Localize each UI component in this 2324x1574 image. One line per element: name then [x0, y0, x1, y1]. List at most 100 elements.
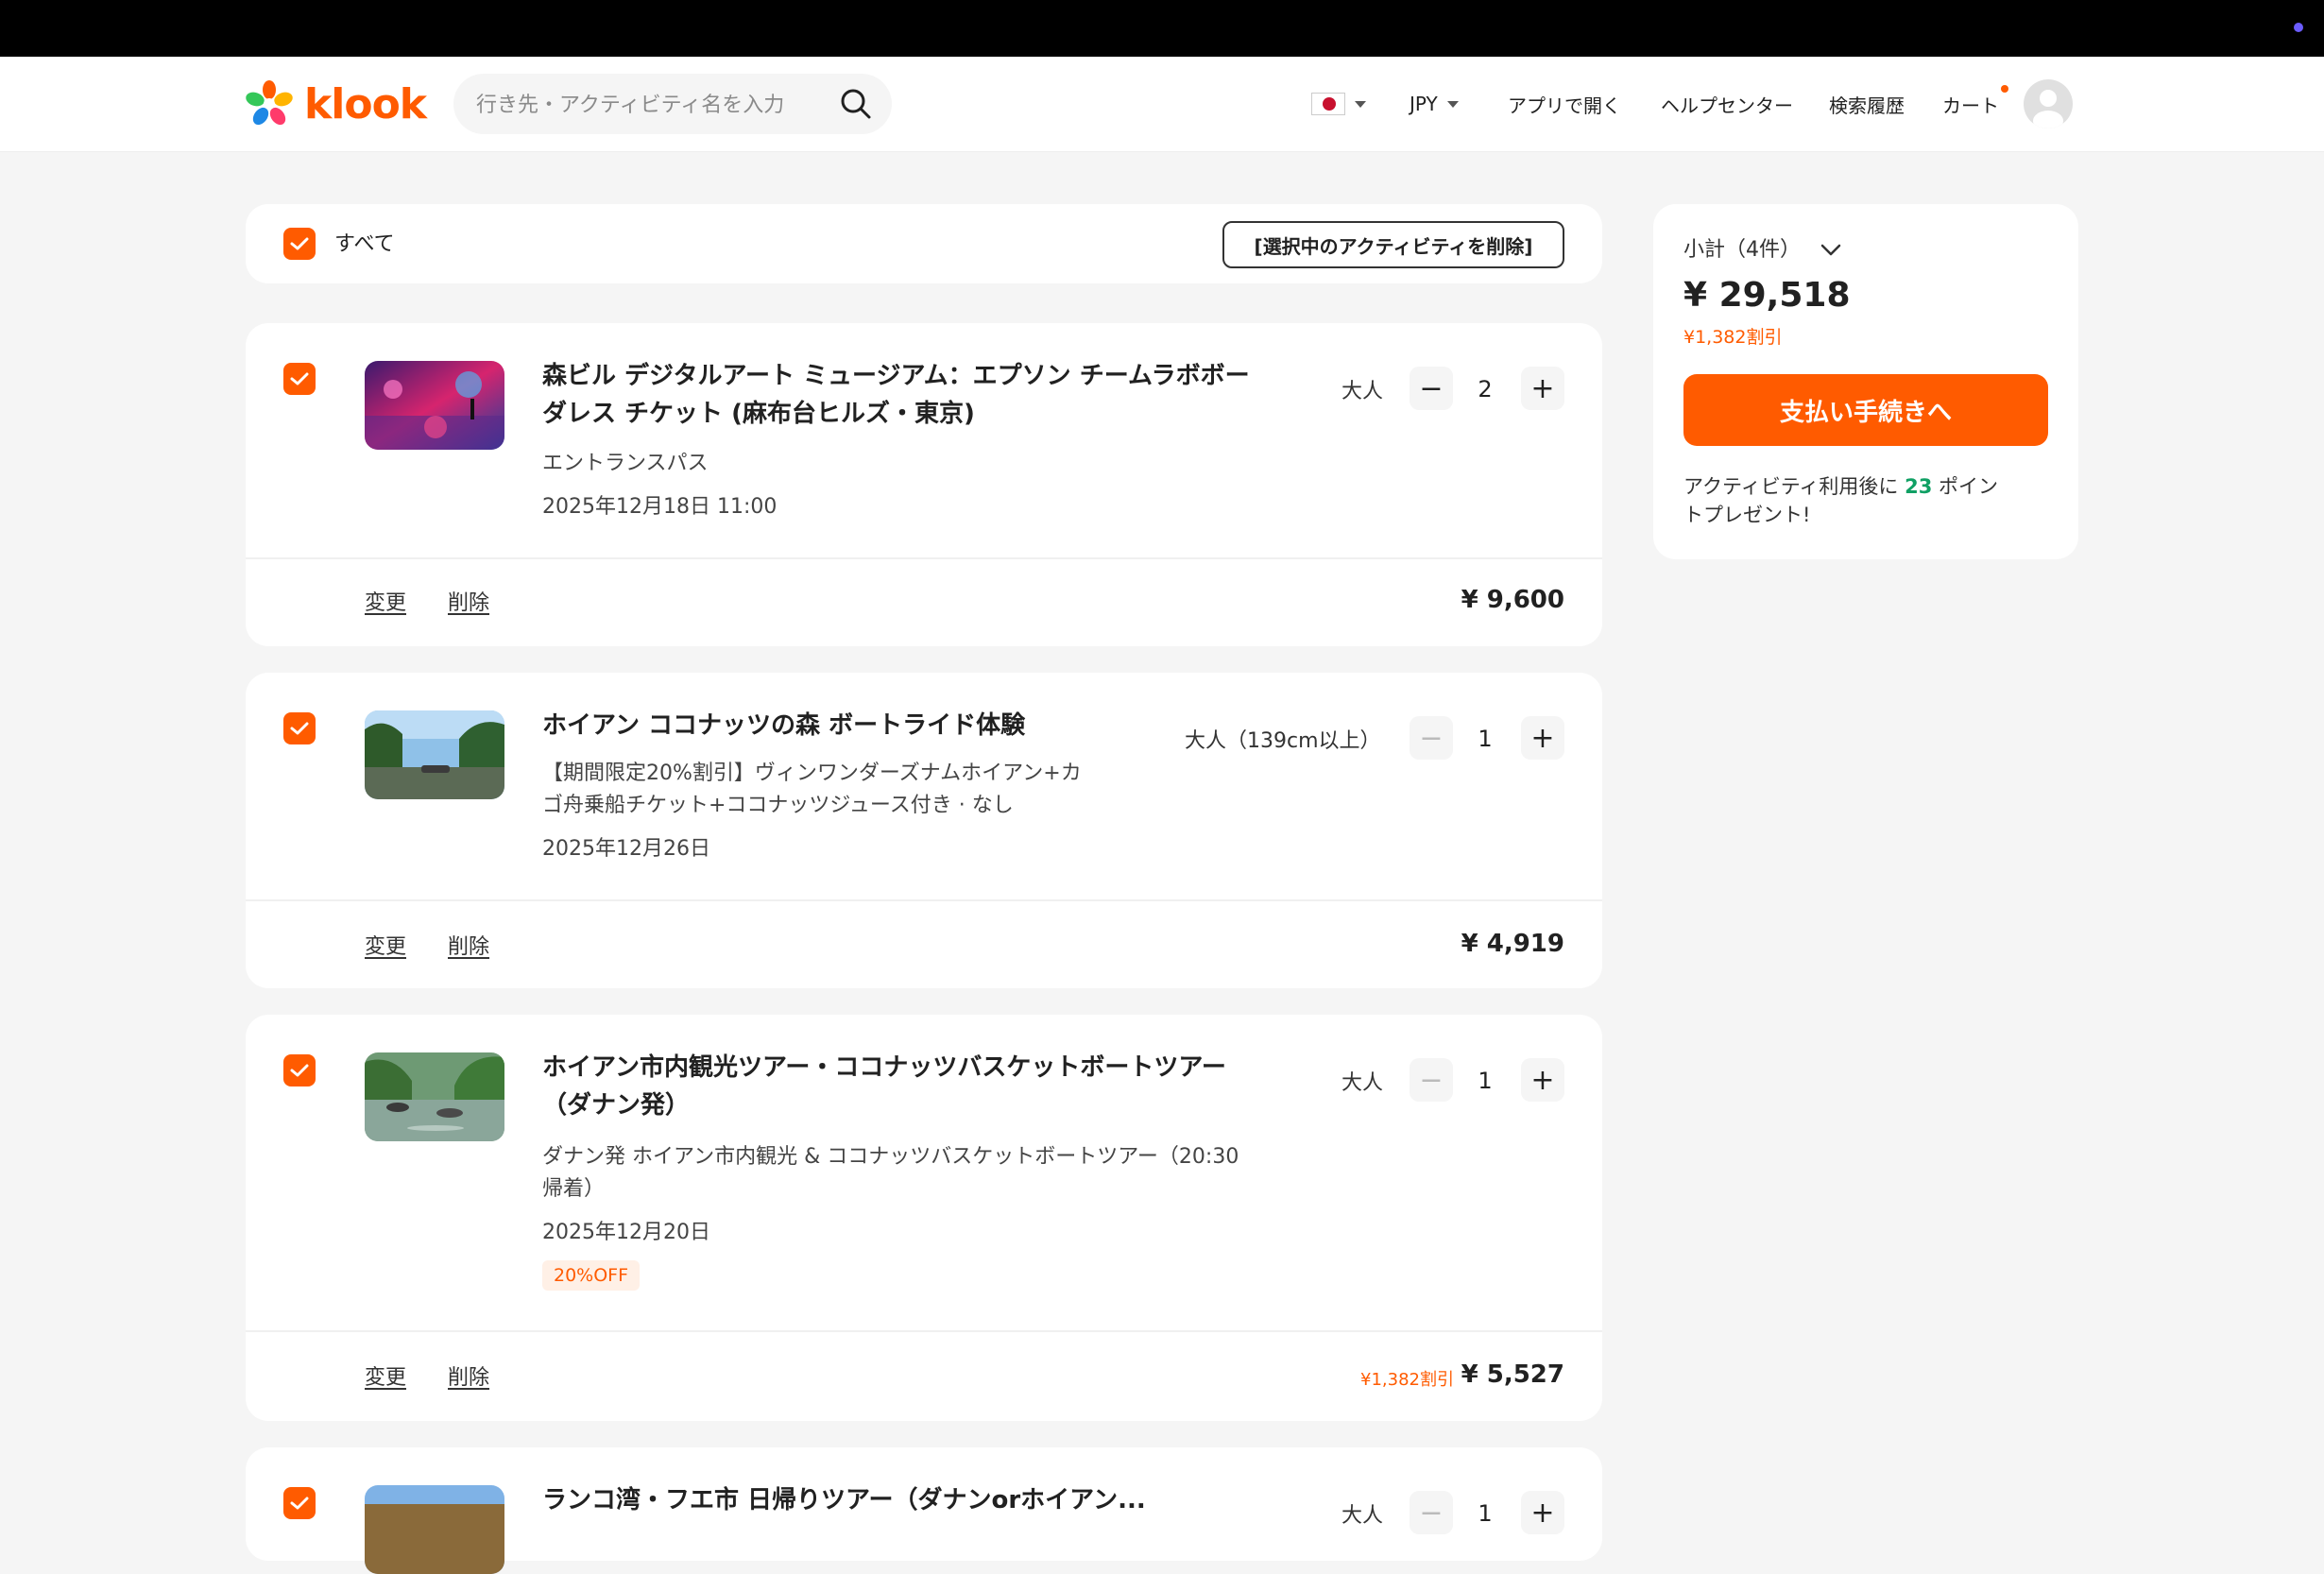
- item-price: ¥ 9,600: [1461, 586, 1564, 614]
- checkmark-icon: [290, 237, 309, 250]
- hue-image: [365, 1485, 504, 1574]
- cart-notification-dot: [2001, 85, 2008, 93]
- delete-selected-button[interactable]: [選択中のアクティビティを削除]: [1222, 221, 1564, 268]
- chevron-down-icon: [1355, 100, 1366, 108]
- checkout-button[interactable]: 支払い手続きへ: [1683, 374, 2048, 446]
- cart-label: カート: [1942, 94, 1999, 117]
- points-suffix: ポイン: [1939, 475, 1999, 498]
- divider: [246, 557, 1602, 559]
- subtotal-label: 小計（4件）: [1683, 238, 1801, 262]
- delete-link[interactable]: 削除: [448, 1360, 489, 1391]
- checkmark-icon: [290, 1497, 309, 1510]
- item-price: ¥ 4,919: [1461, 930, 1564, 958]
- select-all-label: すべて: [334, 232, 395, 256]
- select-all-checkbox[interactable]: [283, 228, 316, 260]
- change-link[interactable]: 変更: [365, 930, 406, 960]
- status-dot: [2294, 23, 2303, 32]
- activity-title[interactable]: ランコ湾・フエ市 日帰りツアー（ダナンorホイアン...: [542, 1481, 1185, 1519]
- decrease-quantity-button[interactable]: −: [1410, 1058, 1453, 1102]
- item-discount: ¥1,382割引: [1360, 1370, 1454, 1390]
- quantity-value: 1: [1478, 726, 1493, 752]
- activity-thumbnail[interactable]: [365, 361, 504, 450]
- currency-selector[interactable]: JPY: [1410, 57, 1459, 151]
- quantity-label: 大人: [1341, 1071, 1384, 1095]
- activity-title[interactable]: ホイアン ココナッツの森 ボートライド体験: [542, 707, 1185, 744]
- klook-logo[interactable]: klook: [244, 76, 427, 132]
- language-selector[interactable]: [1311, 57, 1366, 151]
- quantity-value: 1: [1478, 1068, 1493, 1094]
- package-line: ダナン発 ホイアン市内観光 & ココナッツバスケットボートツアー（20:30: [542, 1145, 1239, 1169]
- cart-item-2: ホイアン ココナッツの森 ボートライド体験 【期間限定20%割引】ヴィンワンダー…: [246, 673, 1602, 988]
- basket-boat-image: [365, 1052, 504, 1141]
- item-price: ¥ 5,527: [1461, 1360, 1564, 1389]
- change-link[interactable]: 変更: [365, 1360, 406, 1391]
- divider: [246, 899, 1602, 901]
- activity-thumbnail[interactable]: [365, 1052, 504, 1141]
- package-line: ゴ舟乗船チケット+ココナッツジュース付き · なし: [542, 794, 1014, 817]
- change-link[interactable]: 変更: [365, 586, 406, 616]
- increase-quantity-button[interactable]: +: [1521, 716, 1564, 760]
- package-line: 帰着）: [542, 1177, 606, 1201]
- activity-thumbnail[interactable]: [365, 1485, 504, 1574]
- search-bar[interactable]: [453, 74, 892, 136]
- currency-label: JPY: [1410, 93, 1438, 115]
- brand-name: klook: [304, 79, 427, 128]
- activity-title-line: （ダナン発）: [542, 1091, 691, 1120]
- item-checkbox[interactable]: [283, 712, 316, 744]
- search-input[interactable]: [474, 74, 828, 136]
- open-app-link[interactable]: アプリで開く: [1508, 57, 1621, 151]
- item-checkbox[interactable]: [283, 1487, 316, 1519]
- discount-badge: 20%OFF: [542, 1260, 641, 1291]
- delete-link[interactable]: 削除: [448, 930, 489, 960]
- increase-quantity-button[interactable]: +: [1521, 367, 1564, 410]
- coconut-forest-image: [365, 710, 504, 799]
- subtotal-discount: ¥1,382割引: [1683, 327, 1783, 348]
- package-line: 【期間限定20%割引】ヴィンワンダーズナムホイアン+カ: [542, 761, 1082, 785]
- search-icon[interactable]: [839, 87, 873, 121]
- decrease-quantity-button[interactable]: −: [1410, 716, 1453, 760]
- klook-logo-icon: [246, 80, 293, 126]
- activity-date: 2025年12月20日: [542, 1221, 710, 1244]
- quantity-label: 大人: [1341, 1504, 1384, 1528]
- japan-flag-icon: [1311, 93, 1345, 115]
- activity-title-line: ホイアン市内観光ツアー・ココナッツバスケットボートツアー: [542, 1053, 1226, 1082]
- site-header: klook JPY アプリで開く ヘルプセンター 検索履歴 カート: [0, 57, 2324, 152]
- points-suffix: トプレゼント!: [1683, 504, 1811, 526]
- quantity-label: 大人: [1341, 380, 1384, 403]
- increase-quantity-button[interactable]: +: [1521, 1058, 1564, 1102]
- activity-title-line: 森ビル デジタルアート ミュージアム：エプソン チームラボボー: [542, 362, 1250, 390]
- teamlab-image: [365, 361, 504, 450]
- points-value: 23: [1905, 475, 1933, 498]
- activity-title[interactable]: 森ビル デジタルアート ミュージアム：エプソン チームラボボー ダレス チケット…: [542, 357, 1260, 433]
- select-all-bar: すべて [選択中のアクティビティを削除]: [246, 204, 1602, 283]
- package-name: ダナン発 ホイアン市内観光 & ココナッツバスケットボートツアー（20:30 帰…: [542, 1141, 1298, 1206]
- user-icon: [2033, 90, 2063, 128]
- points-message: アクティビティ利用後に 23 ポイン トプレゼント!: [1683, 472, 2052, 529]
- subtotal-price: ¥ 29,518: [1683, 276, 1851, 315]
- delete-link[interactable]: 削除: [448, 586, 489, 616]
- search-history-link[interactable]: 検索履歴: [1829, 57, 1905, 151]
- increase-quantity-button[interactable]: +: [1521, 1491, 1564, 1534]
- activity-title-line: ダレス チケット (麻布台ヒルズ・東京): [542, 400, 975, 428]
- help-center-link[interactable]: ヘルプセンター: [1661, 57, 1793, 151]
- decrease-quantity-button[interactable]: −: [1410, 1491, 1453, 1534]
- order-summary: 小計（4件） ¥ 29,518 ¥1,382割引 支払い手続きへ アクティビティ…: [1653, 204, 2078, 559]
- cart-link[interactable]: カート: [1942, 57, 2008, 151]
- avatar[interactable]: [2024, 79, 2073, 128]
- item-checkbox[interactable]: [283, 1054, 316, 1086]
- subtotal-toggle[interactable]: 小計（4件）: [1683, 232, 1841, 263]
- chevron-down-icon: [1820, 244, 1841, 256]
- quantity-label: 大人（139cm以上）: [1185, 729, 1381, 753]
- quantity-value: 1: [1478, 1500, 1493, 1527]
- os-top-bar: [0, 0, 2324, 57]
- decrease-quantity-button[interactable]: −: [1410, 367, 1453, 410]
- checkmark-icon: [290, 1064, 309, 1077]
- checkmark-icon: [290, 722, 309, 735]
- checkmark-icon: [290, 372, 309, 385]
- quantity-value: 2: [1478, 376, 1493, 402]
- activity-thumbnail[interactable]: [365, 710, 504, 799]
- activity-title[interactable]: ホイアン市内観光ツアー・ココナッツバスケットボートツアー （ダナン発）: [542, 1049, 1260, 1124]
- package-name: エントランスパス: [542, 452, 709, 475]
- chevron-down-icon: [1446, 100, 1459, 108]
- item-checkbox[interactable]: [283, 363, 316, 395]
